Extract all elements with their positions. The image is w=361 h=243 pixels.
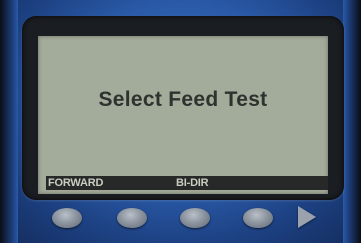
softkey-button-3[interactable] <box>180 208 210 228</box>
softkey-label-bi-dir: BI-DIR <box>176 177 209 189</box>
softkey-button-2[interactable] <box>117 208 147 228</box>
right-bezel <box>343 0 361 243</box>
lcd-screen: Select Feed Test FORWARD BI-DIR <box>38 36 328 194</box>
softkey-button-1[interactable] <box>52 208 82 228</box>
right-arrow-icon[interactable] <box>298 206 316 228</box>
softkey-label-forward: FORWARD <box>48 177 104 189</box>
softkey-button-4[interactable] <box>243 208 273 228</box>
screen-message: Select Feed Test <box>98 88 268 111</box>
device-housing: Select Feed Test FORWARD BI-DIR <box>0 0 361 243</box>
softkey-bar: FORWARD BI-DIR <box>46 176 328 190</box>
left-bezel <box>0 0 18 243</box>
